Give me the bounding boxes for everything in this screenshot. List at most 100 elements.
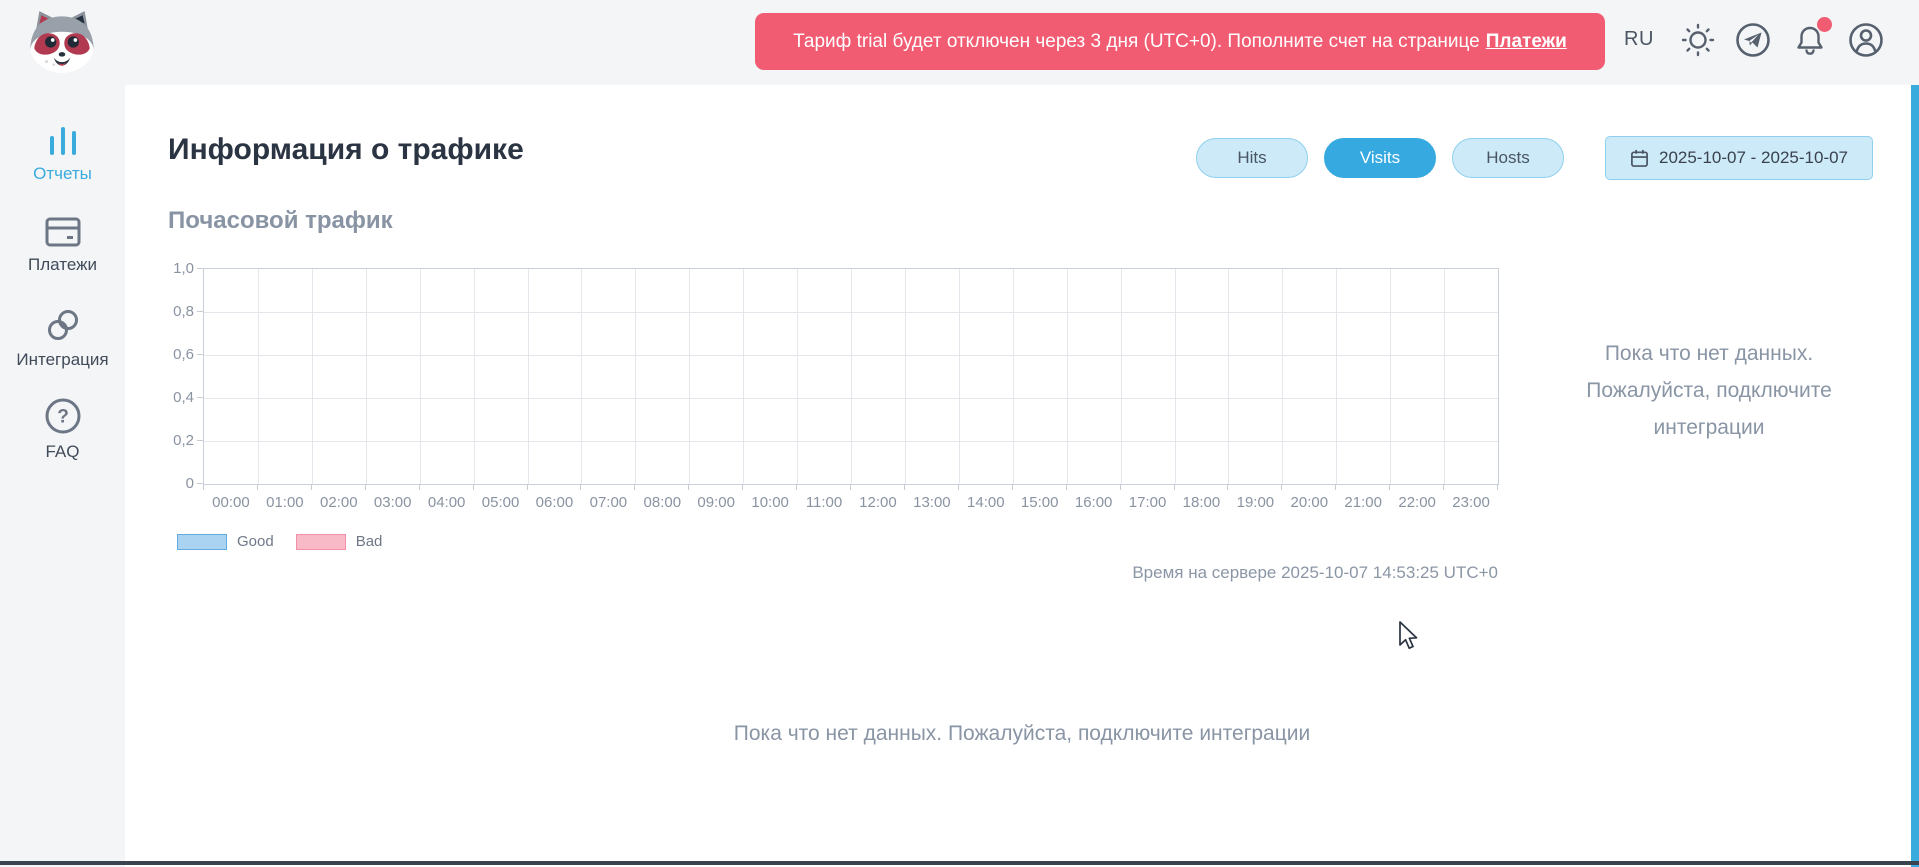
empty-data-note-bottom: Пока что нет данных. Пожалуйста, подключ… [125, 722, 1919, 746]
tab-visits[interactable]: Visits [1324, 138, 1436, 178]
v-gridline [1175, 269, 1176, 484]
tab-hosts[interactable]: Hosts [1452, 138, 1564, 178]
x-axis-tick [688, 484, 689, 490]
y-axis-tick [197, 397, 203, 398]
x-axis-tick [1174, 484, 1175, 490]
trial-alert-banner: Тариф trial будет отключен через 3 дня (… [755, 13, 1605, 70]
chart-plot-area: 1,00,80,60,40,20 00:0001:0002:0003:0004:… [203, 268, 1499, 485]
y-axis-tick [197, 268, 203, 269]
x-axis-tick-label: 22:00 [1398, 494, 1436, 511]
notification-badge [1817, 17, 1832, 32]
x-axis-tick-label: 01:00 [266, 494, 304, 511]
theme-sun-icon[interactable] [1679, 21, 1717, 59]
x-axis-tick [1335, 484, 1336, 490]
trial-alert-text: Тариф trial будет отключен через 3 дня (… [793, 31, 1480, 53]
x-axis-tick [850, 484, 851, 490]
x-axis-tick [580, 484, 581, 490]
v-gridline [1013, 269, 1014, 484]
legend-label: Good [237, 533, 274, 550]
v-gridline [258, 269, 259, 484]
x-axis-tick [1227, 484, 1228, 490]
chart-y-axis-labels: 1,00,80,60,40,20 [140, 269, 194, 484]
topbar: Тариф trial будет отключен через 3 дня (… [0, 0, 1919, 85]
sidebar-item-payments[interactable]: Платежи [0, 216, 125, 275]
main-content: Информация о трафике Hits Visits Hosts 2… [125, 85, 1919, 867]
x-axis-tick-label: 16:00 [1075, 494, 1113, 511]
bar-chart-icon [45, 125, 81, 157]
telegram-icon[interactable] [1734, 21, 1772, 59]
x-axis-tick [473, 484, 474, 490]
legend-item: Good [177, 533, 274, 550]
x-axis-tick [1497, 484, 1498, 490]
v-gridline [474, 269, 475, 484]
x-axis-tick-label: 10:00 [751, 494, 789, 511]
x-axis-tick [1281, 484, 1282, 490]
horizontal-scrollbar[interactable] [0, 861, 1919, 865]
x-axis-tick-label: 11:00 [806, 494, 842, 511]
x-axis-tick-label: 14:00 [967, 494, 1005, 511]
v-gridline [905, 269, 906, 484]
v-gridline [1336, 269, 1337, 484]
page-title: Информация о трафике [168, 133, 524, 167]
date-range-picker[interactable]: 2025-10-07 - 2025-10-07 [1605, 136, 1873, 180]
sidebar-item-reports[interactable]: Отчеты [0, 125, 125, 184]
v-gridline [1228, 269, 1229, 484]
y-axis-tick [197, 354, 203, 355]
x-axis-tick [742, 484, 743, 490]
v-gridline [1067, 269, 1068, 484]
notifications-bell-icon[interactable] [1791, 21, 1829, 59]
tab-hits[interactable]: Hits [1196, 138, 1308, 178]
sidebar: Отчеты Платежи Интеграция ? FAQ [0, 85, 125, 867]
x-axis-tick-label: 04:00 [428, 494, 466, 511]
vertical-scrollbar[interactable] [1911, 85, 1919, 867]
sidebar-item-integration[interactable]: Интеграция [0, 307, 125, 370]
v-gridline [743, 269, 744, 484]
y-axis-tick-label: 0,4 [173, 389, 194, 406]
y-axis-tick-label: 0,8 [173, 303, 194, 320]
x-axis-tick [1066, 484, 1067, 490]
y-axis-tick-label: 0,2 [173, 432, 194, 449]
legend-label: Bad [356, 533, 383, 550]
x-axis-tick [1443, 484, 1444, 490]
payments-link[interactable]: Платежи [1486, 31, 1567, 53]
x-axis-tick-label: 05:00 [482, 494, 520, 511]
calendar-icon [1630, 148, 1649, 168]
x-axis-tick-label: 18:00 [1183, 494, 1221, 511]
x-axis-tick-label: 07:00 [590, 494, 628, 511]
empty-data-note-side: Пока что нет данных. Пожалуйста, подключ… [1559, 335, 1859, 446]
language-switcher[interactable]: RU [1624, 28, 1654, 51]
x-axis-tick [203, 484, 204, 490]
x-axis-tick-label: 23:00 [1452, 494, 1490, 511]
x-axis-tick-label: 09:00 [697, 494, 735, 511]
y-axis-tick-label: 0,6 [173, 346, 194, 363]
raccoon-logo[interactable] [26, 8, 98, 74]
x-axis-tick-label: 15:00 [1021, 494, 1059, 511]
x-axis-tick-label: 02:00 [320, 494, 358, 511]
x-axis-tick-label: 12:00 [859, 494, 897, 511]
y-axis-tick [197, 311, 203, 312]
x-axis-tick [958, 484, 959, 490]
credit-card-icon [44, 216, 82, 248]
sidebar-item-label: Интеграция [0, 350, 125, 370]
v-gridline [1444, 269, 1445, 484]
x-axis-tick [904, 484, 905, 490]
date-range-value: 2025-10-07 - 2025-10-07 [1659, 148, 1848, 168]
v-gridline [366, 269, 367, 484]
sidebar-item-faq[interactable]: ? FAQ [0, 397, 125, 462]
x-axis-tick [365, 484, 366, 490]
x-axis-tick [1389, 484, 1390, 490]
server-time: Время на сервере 2025-10-07 14:53:25 UTC… [1098, 563, 1498, 583]
y-axis-tick [197, 440, 203, 441]
x-axis-tick-label: 08:00 [644, 494, 682, 511]
x-axis-tick [419, 484, 420, 490]
x-axis-tick [527, 484, 528, 490]
v-gridline [528, 269, 529, 484]
profile-icon[interactable] [1847, 21, 1885, 59]
v-gridline [851, 269, 852, 484]
v-gridline [420, 269, 421, 484]
legend-item: Bad [296, 533, 383, 550]
x-axis-tick [257, 484, 258, 490]
sidebar-item-label: Платежи [0, 255, 125, 275]
question-circle-icon: ? [44, 397, 82, 435]
v-gridline [312, 269, 313, 484]
